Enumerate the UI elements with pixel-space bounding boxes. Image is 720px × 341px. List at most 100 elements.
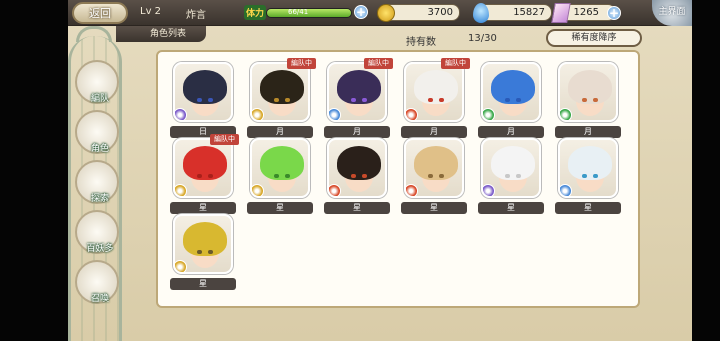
character-tag: 月 [555, 126, 621, 138]
sidebar-item-label: 編队 [90, 94, 109, 104]
character-tag: 星 [170, 278, 236, 290]
top-bar: 返回 Lv 2 炸言 体力 66/41 + 3700 15827 1265 + [68, 0, 692, 26]
gold-value: 3700 [427, 7, 453, 18]
left-letterbox [0, 0, 68, 341]
character-hair [337, 70, 381, 104]
character-card[interactable]: 編队中星 [170, 134, 239, 220]
character-card[interactable]: 星 [401, 138, 467, 220]
gem-counter: 15827 [473, 3, 552, 23]
sort-button[interactable]: 稀有度降序 [546, 29, 642, 47]
sidebar-item-team[interactable]: 編队 [75, 60, 119, 104]
character-portrait [481, 138, 541, 198]
sidebar-item-explore[interactable]: 探索 [75, 160, 119, 204]
character-eye [274, 174, 279, 178]
character-tag: 星 [401, 202, 467, 214]
character-card[interactable]: 月 [555, 62, 621, 144]
character-card[interactable]: 星 [555, 138, 621, 220]
character-portrait [327, 138, 387, 198]
gem-value: 15827 [513, 7, 545, 18]
sidebar-item-label: 探索 [90, 194, 109, 204]
sidebar-item-label: 百妖多 [86, 244, 114, 254]
character-eye [439, 174, 444, 178]
sidebar-item-label: 召喚 [90, 294, 109, 304]
element-icon [329, 184, 341, 196]
character-eye [208, 98, 213, 102]
stamina-meter: 体力 66/41 + [244, 4, 368, 20]
character-tag: 星 [324, 202, 390, 214]
character-card[interactable]: 星 [170, 214, 236, 296]
in-team-badge: 編队中 [441, 58, 470, 69]
screen: 返回 Lv 2 炸言 体力 66/41 + 3700 15827 1265 + [0, 0, 720, 341]
main-menu-button[interactable]: 主界面 [652, 0, 692, 26]
character-tag: 月 [401, 126, 467, 138]
character-eye [516, 174, 521, 178]
character-hair [260, 70, 304, 104]
character-card[interactable]: 編队中月 [247, 58, 316, 144]
character-eye [285, 98, 290, 102]
character-hair [568, 70, 612, 104]
element-icon [175, 184, 187, 196]
character-eye [362, 98, 367, 102]
character-portrait [558, 138, 618, 198]
game-viewport: 返回 Lv 2 炸言 体力 66/41 + 3700 15827 1265 + [68, 0, 692, 341]
player-name: 炸言 [186, 10, 206, 21]
element-icon [329, 108, 341, 120]
character-portrait [173, 62, 233, 122]
character-hair [568, 146, 612, 180]
character-tag: 星 [478, 202, 544, 214]
gold-counter: 3700 [377, 4, 460, 22]
element-icon [483, 184, 495, 196]
character-portrait [404, 138, 464, 198]
character-eye [197, 174, 202, 178]
character-eye [582, 174, 587, 178]
right-letterbox [692, 0, 720, 341]
character-eye [351, 174, 356, 178]
character-eye [582, 98, 587, 102]
character-card[interactable]: 月 [478, 62, 544, 144]
character-eye [505, 98, 510, 102]
character-card[interactable]: 星 [247, 138, 313, 220]
element-icon [175, 108, 187, 120]
crystal-counter: 1265 + [551, 3, 621, 23]
character-tag: 月 [247, 126, 313, 138]
stamina-label: 体力 [244, 5, 267, 20]
sidebar-item-summon[interactable]: 召喚 [75, 260, 119, 304]
character-eye [208, 250, 213, 254]
sidebar-item-character[interactable]: 角色 [75, 110, 119, 154]
character-hair [414, 146, 458, 180]
element-icon [560, 108, 572, 120]
element-icon [406, 184, 418, 196]
character-card[interactable]: 編队中月 [401, 58, 470, 144]
tab-label: 角色列表 [150, 29, 187, 39]
add-crystal-button[interactable]: + [607, 6, 621, 20]
sidebar-item-label: 角色 [90, 144, 109, 154]
character-portrait [250, 138, 310, 198]
character-portrait [173, 214, 233, 274]
character-hair [260, 146, 304, 180]
character-hair [183, 146, 227, 180]
element-icon [175, 260, 187, 272]
element-icon [252, 184, 264, 196]
in-team-badge: 編队中 [287, 58, 316, 69]
character-eye [351, 98, 356, 102]
character-eye [208, 174, 213, 178]
character-card[interactable]: 編队中月 [324, 58, 393, 144]
character-portrait [404, 62, 464, 122]
stamina-text: 66/41 [288, 8, 309, 16]
character-hair [183, 70, 227, 104]
character-tag: 星 [247, 202, 313, 214]
character-tag: 星 [555, 202, 621, 214]
element-icon [406, 108, 418, 120]
character-portrait [173, 138, 233, 198]
character-eye [428, 174, 433, 178]
character-eye [439, 98, 444, 102]
character-tag: 星 [170, 202, 236, 214]
character-card[interactable]: 星 [478, 138, 544, 220]
character-card[interactable]: 日 [170, 62, 236, 144]
character-card[interactable]: 星 [324, 138, 390, 220]
back-button[interactable]: 返回 [72, 2, 128, 24]
character-tag: 月 [324, 126, 390, 138]
sidebar-item-bestiary[interactable]: 百妖多 [75, 210, 119, 254]
character-portrait [327, 62, 387, 122]
add-stamina-button[interactable]: + [354, 5, 368, 19]
